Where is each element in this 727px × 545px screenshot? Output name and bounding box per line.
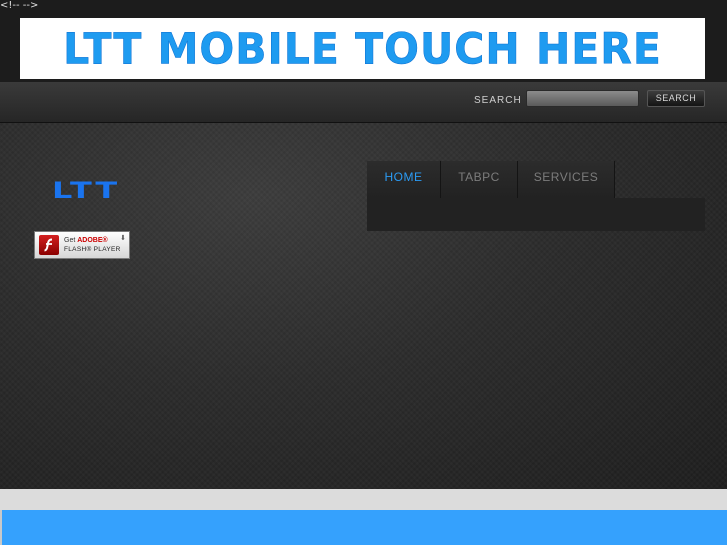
flash-badge-line1: Get ADOBE® [64,237,108,244]
flash-logo-icon [39,235,59,255]
search-button[interactable]: SEARCH [647,90,705,107]
main-nav: HOME TABPC SERVICES [367,161,615,198]
tab-home[interactable]: HOME [367,161,441,198]
page: <!-- --> LTT MOBILE TOUCH HERE SEARCH SE… [0,0,727,545]
main-content [0,123,727,489]
download-arrow-icon: ⬇ [120,234,126,242]
header-banner[interactable]: LTT MOBILE TOUCH HERE [20,18,705,79]
get-flash-player-badge[interactable]: Get ADOBE® FLASH® PLAYER ⬇ [34,231,130,259]
footer-divider [0,489,727,510]
nav-subbar [367,198,705,231]
tab-tabpc[interactable]: TABPC [441,161,518,198]
flash-badge-line2: FLASH® PLAYER [64,246,121,253]
flash-badge-text: Get ADOBE® FLASH® PLAYER [64,236,121,254]
search-label: SEARCH [474,95,522,106]
banner-title: LTT MOBILE TOUCH HERE [63,23,662,74]
footer-bar [0,510,727,545]
site-logo[interactable]: LTT [52,181,120,203]
tab-services[interactable]: SERVICES [518,161,615,198]
stray-comment-text: <!-- --> [0,0,39,11]
search-input[interactable] [526,90,639,107]
